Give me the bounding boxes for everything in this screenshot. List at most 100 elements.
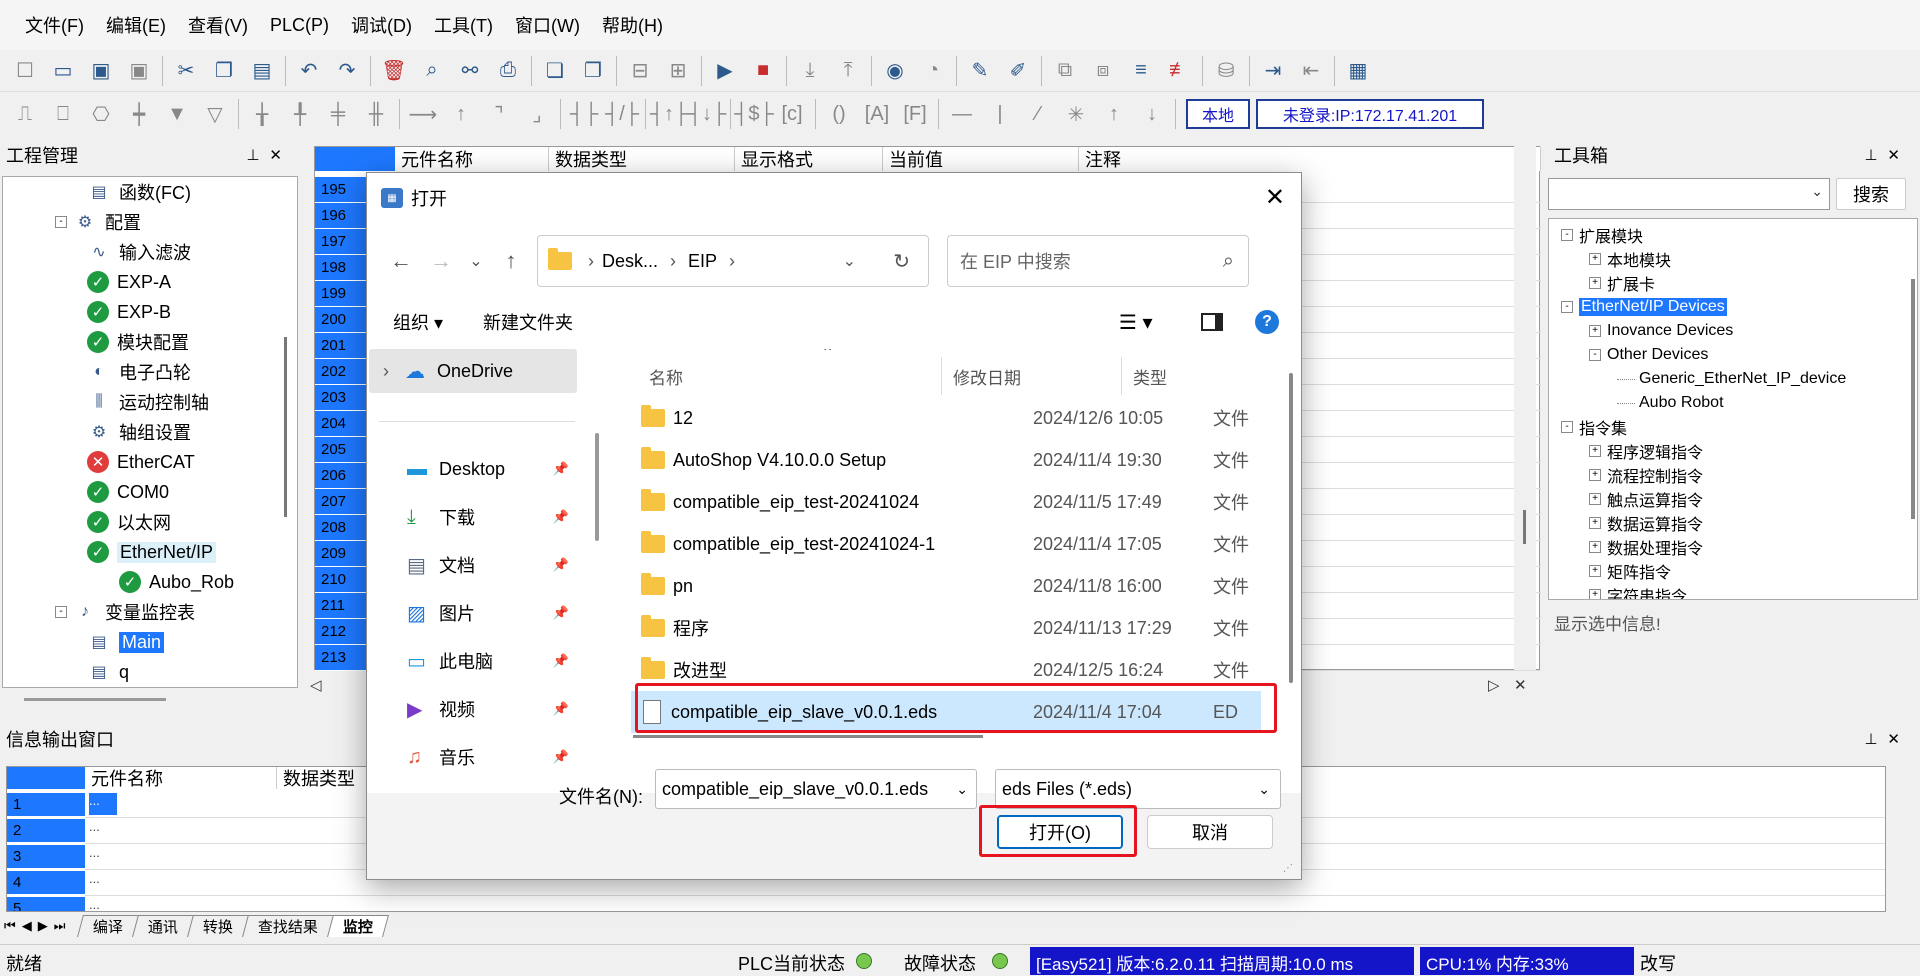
- local-mode-button[interactable]: 本地: [1186, 99, 1250, 129]
- open-button[interactable]: 打开(O): [997, 815, 1123, 849]
- set-contact-icon[interactable]: ┤$├: [734, 98, 773, 130]
- horizontal-line-icon[interactable]: ⟶: [406, 98, 440, 130]
- expand-icon[interactable]: +: [1589, 445, 1601, 457]
- toolbox-item[interactable]: + 数据运算指令: [1589, 511, 1703, 535]
- expand-icon[interactable]: +: [1589, 493, 1601, 505]
- row-header[interactable]: 1: [7, 793, 85, 817]
- chevron-down-icon[interactable]: ⌄: [956, 781, 968, 798]
- refresh-icon[interactable]: ↻: [893, 249, 910, 274]
- tab-nav-arrows-icon[interactable]: ⏮◀▶⏭: [4, 918, 71, 934]
- tree-item[interactable]: ⚙ 轴组设置: [87, 417, 191, 447]
- pin-icon[interactable]: 📌: [553, 605, 569, 621]
- corner-line2-icon[interactable]: ⌟: [520, 98, 554, 130]
- dialog-close-icon[interactable]: ✕: [1265, 183, 1285, 212]
- pin-icon[interactable]: ⊥: [1864, 731, 1887, 748]
- close-icon[interactable]: ✕: [1887, 147, 1910, 164]
- file-row[interactable]: AutoShop V4.10.0.0 Setup 2024/11/4 19:30 文…: [631, 439, 1261, 481]
- nav-item[interactable]: ▨ 图片 📌: [407, 591, 569, 635]
- toolbox-search-input[interactable]: ⌄: [1548, 178, 1830, 210]
- output-tab[interactable]: 通讯: [132, 915, 195, 937]
- column-header[interactable]: 元件名称: [85, 767, 277, 789]
- toolbox-item[interactable]: Generic_EtherNet_IP_device: [1617, 367, 1846, 391]
- branch-icon[interactable]: ╁: [245, 98, 279, 130]
- toolbox-item[interactable]: + Inovance Devices: [1589, 319, 1733, 343]
- window-export-icon[interactable]: ❐: [576, 55, 610, 87]
- cross-icon[interactable]: ✳: [1059, 98, 1093, 130]
- find-replace-icon[interactable]: ⚯: [453, 55, 487, 87]
- project-tree-scrollbar[interactable]: [284, 337, 287, 517]
- coil-down-icon[interactable]: ▼: [160, 98, 194, 130]
- down-arrow-icon[interactable]: ↓: [1135, 98, 1169, 130]
- new-file-icon[interactable]: ☐: [8, 55, 42, 87]
- vline-icon[interactable]: |: [983, 98, 1017, 130]
- nav-item[interactable]: ▬ Desktop 📌: [407, 447, 569, 491]
- output-tab[interactable]: 编译: [77, 915, 140, 937]
- scroll-left-icon[interactable]: ◁: [310, 676, 322, 694]
- tree-item[interactable]: ✓ EtherNet/IP: [87, 537, 217, 567]
- save-all-icon[interactable]: ▣: [122, 55, 156, 87]
- file-row[interactable]: pn 2024/11/8 16:00 文件: [631, 565, 1261, 607]
- tree-item[interactable]: ✓ Aubo_Rob: [119, 567, 234, 597]
- delete-icon[interactable]: 🗑: [377, 55, 411, 87]
- tree-item[interactable]: - ♪ 变量监控表: [55, 597, 195, 627]
- download-icon[interactable]: ⤓: [793, 55, 827, 87]
- row-header[interactable]: 4: [7, 871, 85, 895]
- toolbox-item[interactable]: + 程序逻辑指令: [1589, 439, 1703, 463]
- nav-item[interactable]: ▤ 文档 📌: [407, 543, 569, 587]
- collapse-icon[interactable]: -: [1561, 421, 1573, 433]
- preview-pane-icon[interactable]: [1201, 313, 1223, 331]
- tree-item[interactable]: ✕ EtherCAT: [87, 447, 195, 477]
- timer-monitor-icon[interactable]: ◔: [916, 55, 950, 87]
- scroll-right-icon[interactable]: ▷: [1488, 676, 1500, 694]
- table-cell[interactable]: ...: [89, 871, 117, 893]
- expand-icon[interactable]: +: [1589, 565, 1601, 577]
- cancel-button[interactable]: 取消: [1147, 815, 1273, 849]
- toolbox-item[interactable]: - 扩展模块: [1561, 223, 1643, 247]
- tree-item[interactable]: ✓ EXP-A: [87, 267, 171, 297]
- table-cell[interactable]: ...: [89, 897, 117, 911]
- login-status[interactable]: 未登录:IP:172.17.41.201: [1256, 99, 1484, 129]
- breadcrumb[interactable]: › Desk... › EIP › ⌄ ↻: [537, 235, 929, 287]
- expand-icon[interactable]: +: [1589, 541, 1601, 553]
- chevron-down-icon[interactable]: ⌄: [843, 251, 856, 271]
- monitor-vscrollbar[interactable]: [1514, 140, 1536, 670]
- breadcrumb-desktop[interactable]: Desk...: [602, 251, 658, 272]
- pin-icon[interactable]: 📌: [553, 509, 569, 525]
- compile-icon[interactable]: ⊟: [623, 55, 657, 87]
- compile-all-icon[interactable]: ⊞: [661, 55, 695, 87]
- forward-icon[interactable]: →: [421, 248, 461, 274]
- login-icon[interactable]: ⇥: [1256, 55, 1290, 87]
- toolbox-item[interactable]: - Other Devices: [1589, 343, 1708, 367]
- close-icon[interactable]: ✕: [269, 147, 292, 164]
- branch-left-icon[interactable]: ╪: [321, 98, 355, 130]
- close-tab-icon[interactable]: ✕: [1514, 676, 1527, 694]
- contact-icon[interactable]: ┿: [122, 98, 156, 130]
- coil-icon[interactable]: ▽: [198, 98, 232, 130]
- delete-network-icon[interactable]: ≢: [1162, 55, 1196, 87]
- function-block-icon[interactable]: [A]: [860, 98, 894, 130]
- ladder-mode-icon[interactable]: ⎍: [8, 98, 42, 130]
- compare-icon[interactable]: [c]: [775, 98, 809, 130]
- branch-right-icon[interactable]: ╫: [359, 98, 393, 130]
- breadcrumb-eip[interactable]: EIP: [688, 251, 717, 272]
- table-cell[interactable]: ...: [89, 819, 117, 841]
- history-dropdown-icon[interactable]: ⌄: [461, 251, 491, 271]
- output-tab[interactable]: 监控: [327, 915, 390, 937]
- pin-icon[interactable]: ⊥: [246, 147, 269, 164]
- write-value-icon[interactable]: ✎: [963, 55, 997, 87]
- sfc-mode-icon[interactable]: ⎕: [46, 98, 80, 130]
- tree-item[interactable]: ▤ 函数(FC): [87, 177, 191, 207]
- chevron-down-icon[interactable]: ⌄: [1258, 781, 1270, 798]
- expand-icon[interactable]: +: [1589, 253, 1601, 265]
- nav-item[interactable]: ▶ 视频 📌: [407, 687, 569, 731]
- up-folder-icon[interactable]: ↑: [491, 248, 531, 274]
- nc-contact-icon[interactable]: ┤/├: [605, 98, 639, 130]
- falling-contact-icon[interactable]: ┤↓├: [688, 98, 726, 130]
- tree-item[interactable]: ▤ q: [87, 657, 129, 687]
- pin-icon[interactable]: 📌: [553, 461, 569, 477]
- file-type-filter[interactable]: eds Files (*.eds) ⌄: [995, 769, 1281, 809]
- tree-item[interactable]: ✓ COM0: [87, 477, 169, 507]
- redo-icon[interactable]: ↷: [330, 55, 364, 87]
- toolbox-item[interactable]: + 触点运算指令: [1589, 487, 1703, 511]
- up-arrow-icon[interactable]: ↑: [1097, 98, 1131, 130]
